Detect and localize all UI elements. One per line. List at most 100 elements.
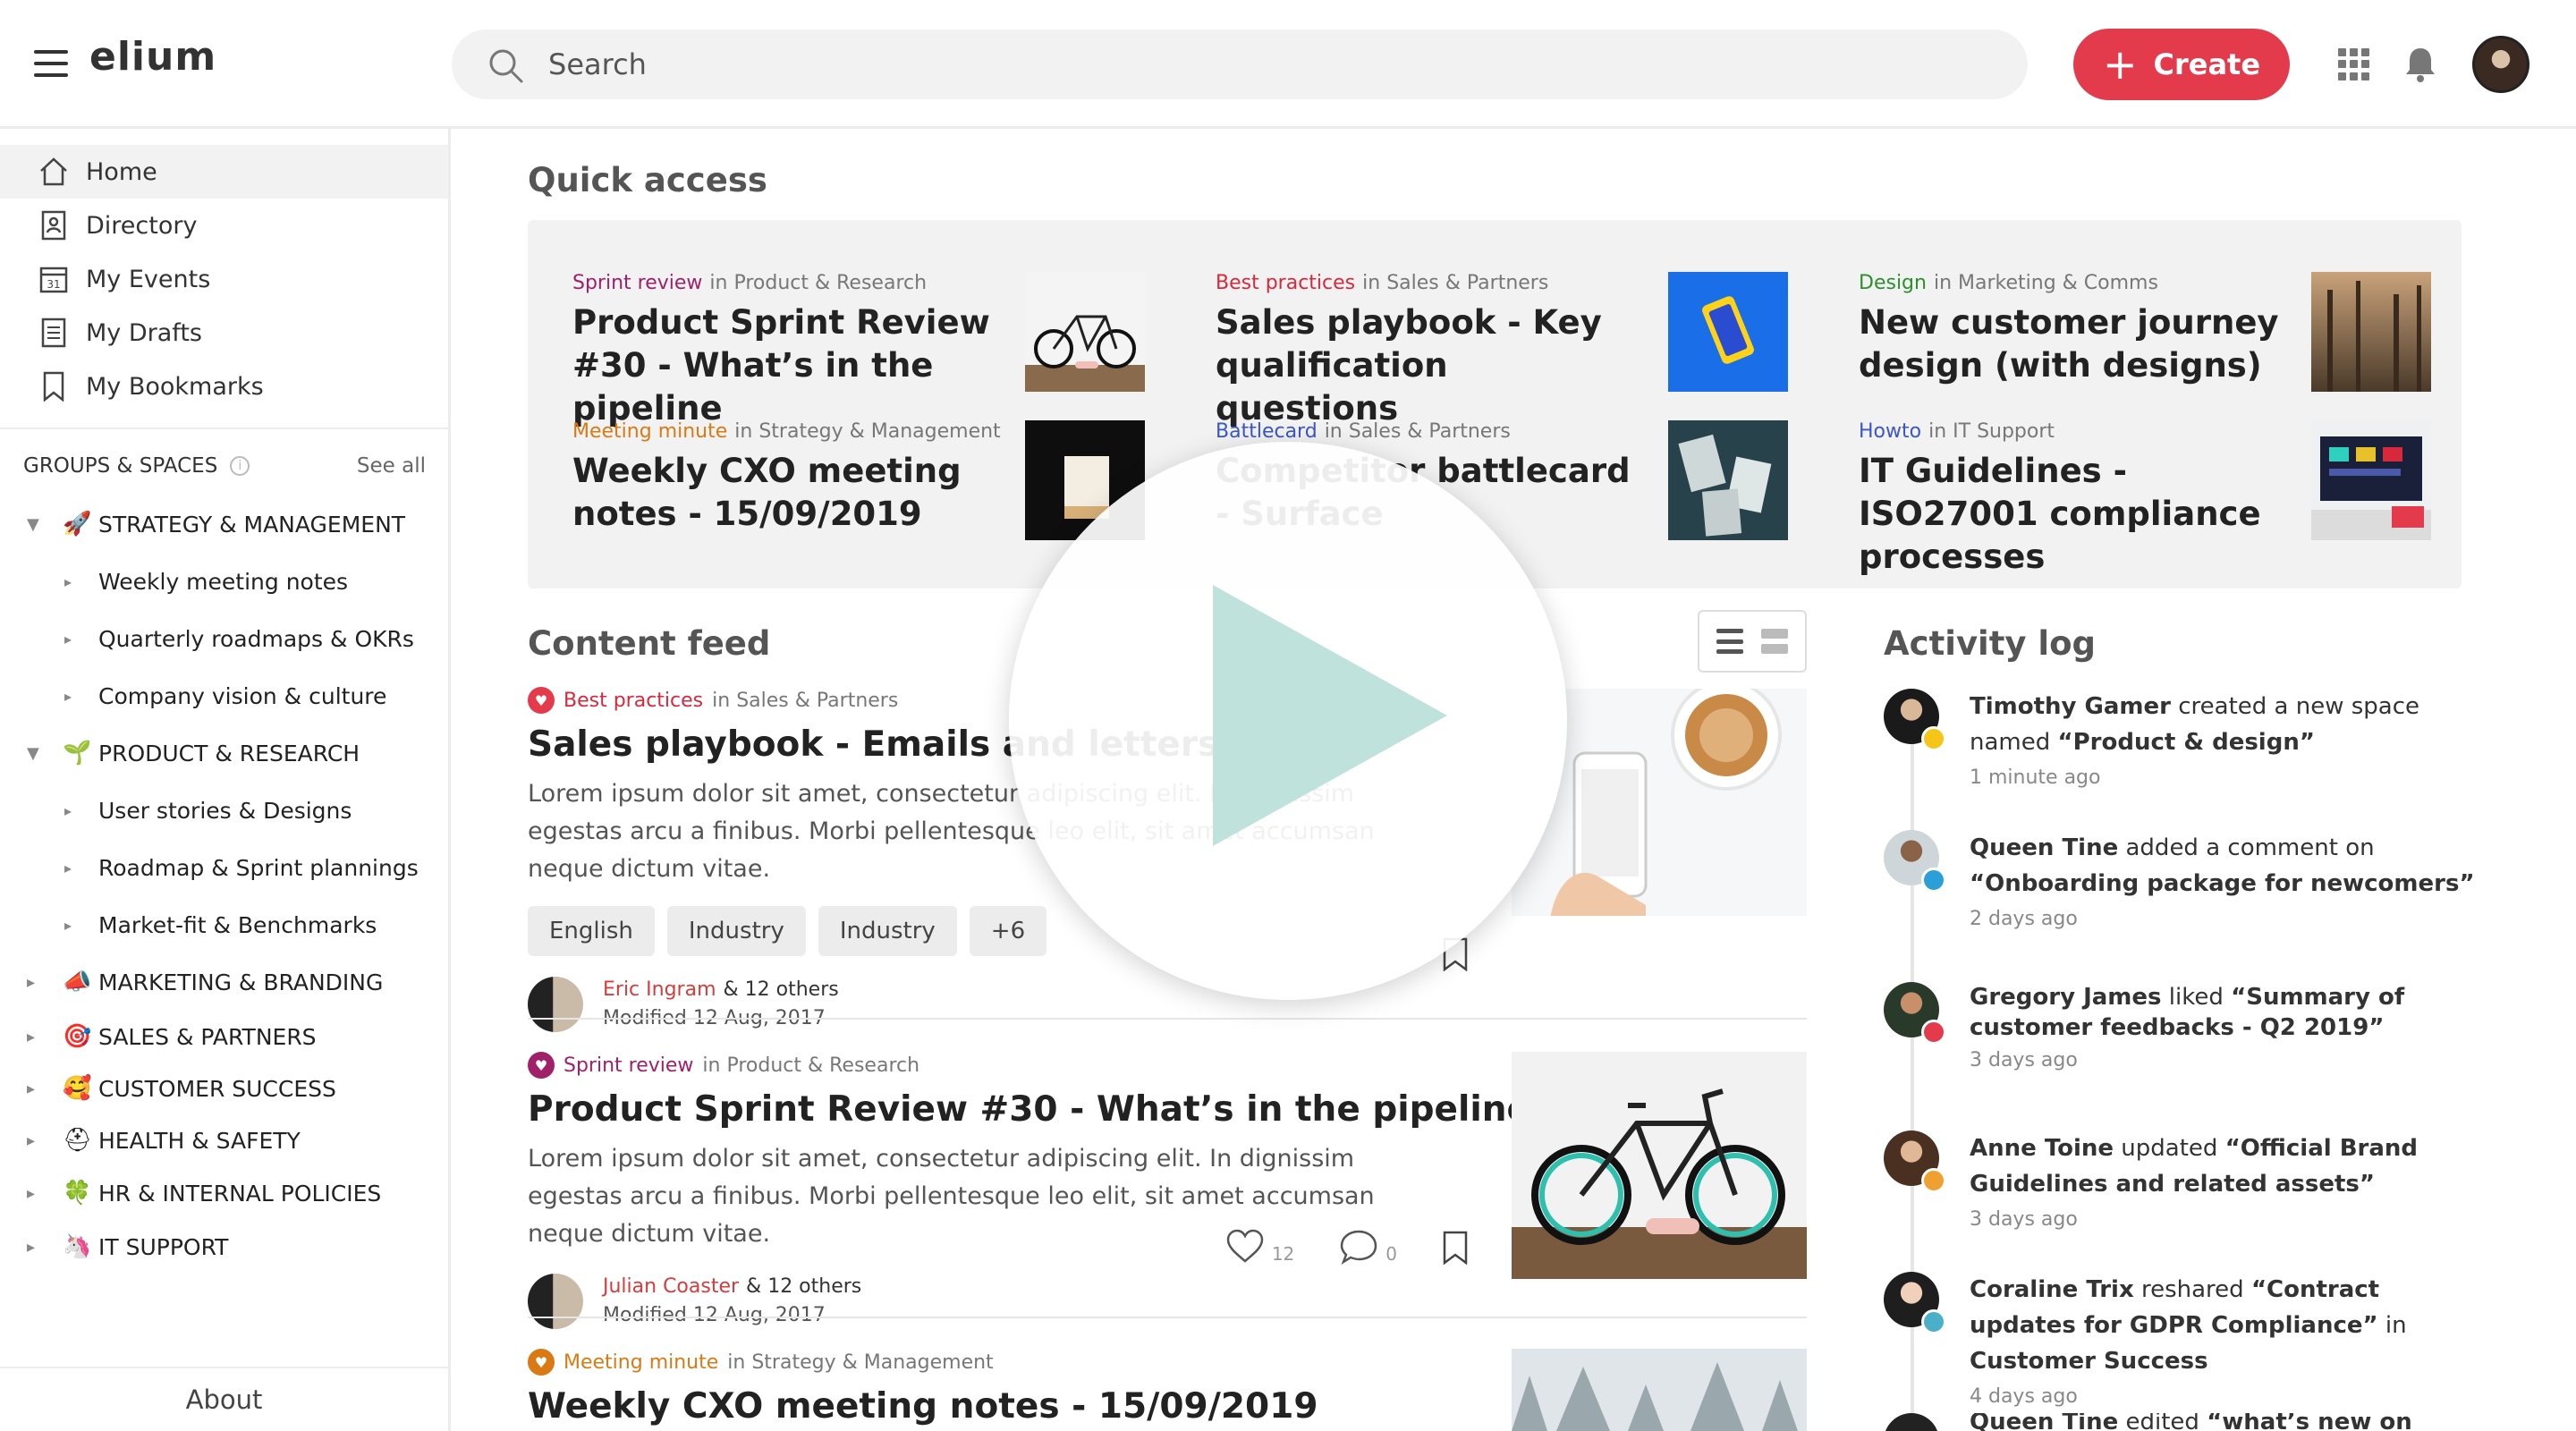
video-play-button[interactable] [1009,442,1567,1000]
sidebar-item-label: My Drafts [86,318,202,347]
chevron-right-icon[interactable]: ▸ [27,973,41,992]
chevron-right-icon[interactable]: ▸ [27,1238,41,1257]
bookmark-icon [38,370,70,402]
app-logo[interactable]: elium [89,34,216,80]
quick-access-card[interactable]: Howto in IT Support IT Guidelines - ISO27… [1859,420,2431,576]
chevron-down-icon[interactable]: ▼ [27,744,41,763]
card-tag[interactable]: Sprint review [572,272,702,294]
group-customer-success[interactable]: ▸ 🥰 CUSTOMER SUCCESS [0,1063,448,1114]
card-tag[interactable]: Design [1859,272,1927,294]
chevron-right-icon[interactable]: ▸ [64,573,79,590]
comment-action[interactable]: 0 [1339,1229,1397,1265]
apps-grid-icon[interactable] [2338,48,2370,80]
tag-chip[interactable]: Industry [666,906,806,956]
chevron-right-icon[interactable]: ▸ [27,1184,41,1203]
user-avatar[interactable] [2472,36,2529,93]
activity-actor[interactable]: Gregory James [1970,984,2162,1011]
activity-actor[interactable]: Queen Tine [1970,834,2118,861]
chevron-down-icon[interactable]: ▼ [27,515,41,534]
activity-space[interactable]: Customer Success [1970,1348,2208,1375]
tag-chip[interactable]: English [528,906,655,956]
post-tag[interactable]: Best practices [564,690,703,712]
group-health-safety[interactable]: ▸ ⛑ HEALTH & SAFETY [0,1114,448,1166]
quick-access-card[interactable]: Sprint review in Product & Research Produ… [572,272,1145,428]
author-name[interactable]: Julian Coaster [603,1275,739,1298]
card-tag[interactable]: Howto [1859,420,1921,443]
feed-post[interactable]: ♥ Sprint review in Product & Research Pr… [528,1052,1807,1329]
info-icon[interactable]: i [230,456,250,476]
avatar[interactable] [1884,1413,1939,1431]
smile-icon: 🥰 [63,1075,92,1102]
group-strategy-management[interactable]: ▼ 🚀 STRATEGY & MANAGEMENT [0,495,448,553]
group-product-research[interactable]: ▼ 🌱 PRODUCT & RESEARCH [0,724,448,782]
search-input[interactable] [548,30,1890,99]
like-action[interactable]: 12 [1225,1229,1294,1265]
space-user-stories[interactable]: ▸ User stories & Designs [0,782,448,839]
post-tag[interactable]: Meeting minute [564,1351,718,1374]
create-button[interactable]: + Create [2073,29,2290,100]
comment-icon[interactable] [1339,1229,1378,1265]
card-title[interactable]: Weekly CXO meeting notes - 15/09/2019 [572,450,993,536]
chevron-right-icon[interactable]: ▸ [27,1131,41,1150]
sidebar-item-my-bookmarks[interactable]: My Bookmarks [0,360,448,413]
activity-time: 2 days ago [1970,908,2078,930]
card-title[interactable]: New customer journey design (with design… [1859,301,2279,387]
chevron-right-icon[interactable]: ▸ [27,1028,41,1046]
about-link[interactable]: About [0,1367,448,1431]
space-roadmap-sprint[interactable]: ▸ Roadmap & Sprint plannings [0,839,448,896]
group-label: HR & INTERNAL POLICIES [98,1180,382,1207]
space-label: Weekly meeting notes [98,568,349,595]
search-bar[interactable] [452,30,2028,99]
sidebar-item-home[interactable]: Home [0,145,448,199]
card-tag[interactable]: Meeting minute [572,420,727,443]
activity-actor[interactable]: Queen Tine [1970,1413,2118,1431]
group-hr-policies[interactable]: ▸ 🍀 HR & INTERNAL POLICIES [0,1166,448,1220]
activity-actor[interactable]: Timothy Gamer [1970,693,2171,720]
space-weekly-meeting-notes[interactable]: ▸ Weekly meeting notes [0,553,448,610]
group-marketing-branding[interactable]: ▸ 📣 MARKETING & BRANDING [0,953,448,1011]
chevron-right-icon[interactable]: ▸ [27,1080,41,1098]
space-company-vision[interactable]: ▸ Company vision & culture [0,667,448,724]
quick-access-card[interactable]: Best practices in Sales & Partners Sales … [1216,272,1788,428]
activity-actor[interactable]: Coraline Trix [1970,1276,2134,1303]
avatar[interactable] [528,977,583,1032]
group-it-support[interactable]: ▸ 🦄 IT SUPPORT [0,1220,448,1274]
sidebar-item-my-events[interactable]: 31 My Events [0,252,448,306]
heart-badge-icon: ♥ [528,1349,555,1376]
sidebar-item-my-drafts[interactable]: My Drafts [0,306,448,360]
notification-bell-icon[interactable] [2402,45,2438,84]
feed-post[interactable]: ♥ Meeting minute in Strategy & Managemen… [528,1349,1807,1431]
avatar[interactable] [528,1274,583,1329]
quick-access-card[interactable]: Design in Marketing & Comms New customer … [1859,272,2431,406]
menu-icon[interactable] [34,50,68,77]
activity-actor[interactable]: Anne Toine [1970,1135,2114,1162]
space-market-fit[interactable]: ▸ Market-fit & Benchmarks [0,896,448,953]
activity-object[interactable]: “Onboarding package for newcomers” [1970,870,2475,897]
list-view-icon[interactable] [1716,629,1743,654]
see-all-link[interactable]: See all [357,454,426,478]
card-tag[interactable]: Best practices [1216,272,1355,294]
group-sales-partners[interactable]: ▸ 🎯 SALES & PARTNERS [0,1011,448,1063]
activity-object[interactable]: “Product & design” [2058,729,2315,756]
activity-item[interactable]: Queen Tine edited “what’s new on elium?” [1884,1413,2492,1431]
tag-chip[interactable]: Industry [818,906,957,956]
chevron-right-icon[interactable]: ▸ [64,631,79,648]
card-title[interactable]: Product Sprint Review #30 - What’s in th… [572,301,993,430]
sidebar-nav: Home Directory 31 My Events My Drafts My… [0,145,448,413]
heart-icon[interactable] [1225,1229,1265,1265]
author-name[interactable]: Eric Ingram [603,978,716,1001]
card-tag[interactable]: Battlecard [1216,420,1318,443]
chevron-right-icon[interactable]: ▸ [64,859,79,876]
chevron-right-icon[interactable]: ▸ [64,917,79,934]
space-quarterly-roadmaps[interactable]: ▸ Quarterly roadmaps & OKRs [0,610,448,667]
like-count: 12 [1271,1243,1295,1265]
chevron-right-icon[interactable]: ▸ [64,688,79,705]
bookmark-icon[interactable] [1442,1231,1469,1265]
view-toggle[interactable] [1698,610,1807,673]
card-title[interactable]: IT Guidelines - ISO27001 compliance proc… [1859,450,2279,579]
card-view-icon[interactable] [1761,629,1788,654]
sidebar-item-directory[interactable]: Directory [0,199,448,252]
card-title[interactable]: Sales playbook - Key qualification quest… [1216,301,1636,430]
post-tag[interactable]: Sprint review [564,1054,693,1077]
chevron-right-icon[interactable]: ▸ [64,802,79,819]
